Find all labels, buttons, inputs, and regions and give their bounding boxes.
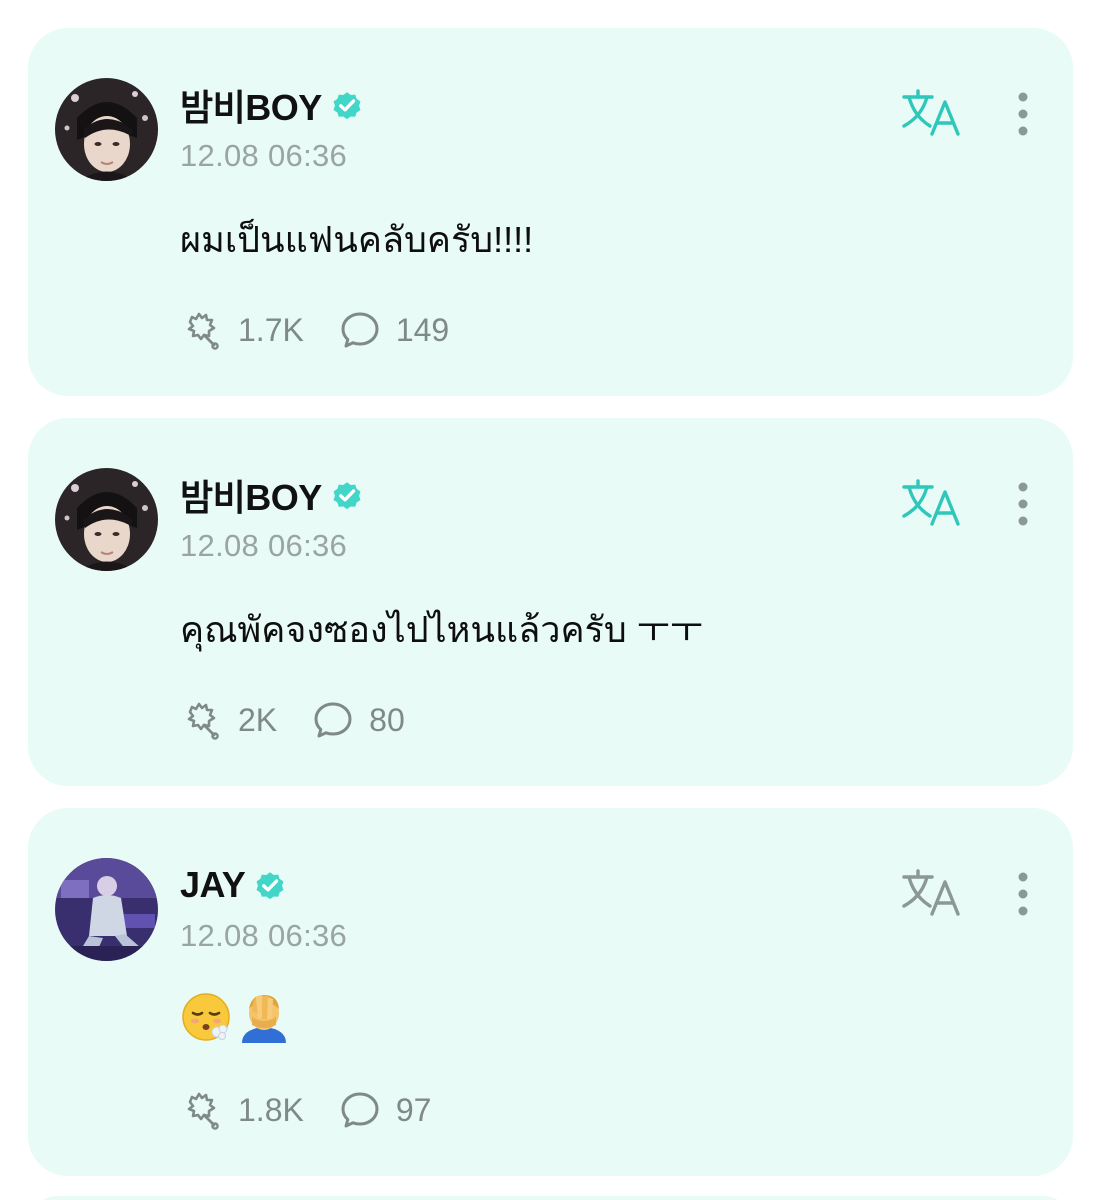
author-name[interactable]: 밤비BOY	[180, 469, 322, 521]
post-text	[180, 991, 296, 1043]
translate-icon[interactable]	[900, 478, 962, 528]
verified-badge-icon	[330, 88, 364, 122]
post-card[interactable]: 밤비BOY 12.08 06:36 ผมเป็นแฟนคลับครับ!!!! …	[28, 28, 1073, 396]
author-avatar[interactable]	[55, 858, 158, 961]
face-exhaling-emoji	[182, 993, 230, 1041]
post-timestamp: 12.08 06:36	[180, 918, 348, 953]
more-vertical-icon[interactable]	[1008, 870, 1038, 918]
post-stats: 1.8K 97	[180, 1088, 465, 1132]
author-avatar[interactable]	[55, 78, 158, 181]
author-avatar[interactable]	[55, 468, 158, 571]
more-vertical-icon[interactable]	[1008, 480, 1038, 528]
like-icon[interactable]	[180, 698, 224, 742]
like-icon[interactable]	[180, 308, 224, 352]
author-row: JAY	[180, 862, 287, 908]
post-feed: 밤비BOY 12.08 06:36 ผมเป็นแฟนคลับครับ!!!! …	[0, 0, 1102, 1200]
author-name[interactable]: 밤비BOY	[180, 79, 322, 131]
comment-icon[interactable]	[338, 308, 382, 352]
verified-badge-icon	[330, 478, 364, 512]
post-card[interactable]: 밤비BOY 12.08 06:36 คุณพัคจงซองไปไหนแล้วคร…	[28, 418, 1073, 786]
post-timestamp: 12.08 06:36	[180, 528, 348, 563]
like-count: 1.8K	[238, 1091, 304, 1128]
post-timestamp: 12.08 06:36	[180, 138, 348, 173]
author-row: 밤비BOY	[180, 82, 364, 128]
more-vertical-icon[interactable]	[1008, 90, 1038, 138]
like-count: 1.7K	[238, 311, 304, 348]
comment-count: 80	[369, 701, 405, 738]
like-count: 2K	[238, 701, 278, 738]
author-row: 밤비BOY	[180, 472, 364, 518]
post-stats: 1.7K 149	[180, 308, 483, 352]
author-name[interactable]: JAY	[180, 864, 246, 906]
translate-icon[interactable]	[900, 88, 962, 138]
man-facepalming-emoji	[242, 995, 286, 1043]
comment-icon[interactable]	[338, 1088, 382, 1132]
comment-icon[interactable]	[311, 698, 355, 742]
post-card[interactable]: JAY 12.08 06:36 1.8K 97	[28, 808, 1073, 1176]
comment-count: 149	[395, 311, 450, 348]
like-icon[interactable]	[180, 1088, 224, 1132]
post-text: ผมเป็นแฟนคลับครับ!!!!	[180, 219, 534, 260]
verified-badge-icon	[253, 868, 287, 902]
post-stats: 2K 80	[180, 698, 439, 742]
translate-icon[interactable]	[900, 868, 962, 918]
comment-count: 97	[395, 1091, 432, 1128]
post-card-partial[interactable]	[28, 1196, 1073, 1200]
post-text: คุณพัคจงซองไปไหนแล้วครับ ㅜㅜ	[180, 609, 703, 650]
